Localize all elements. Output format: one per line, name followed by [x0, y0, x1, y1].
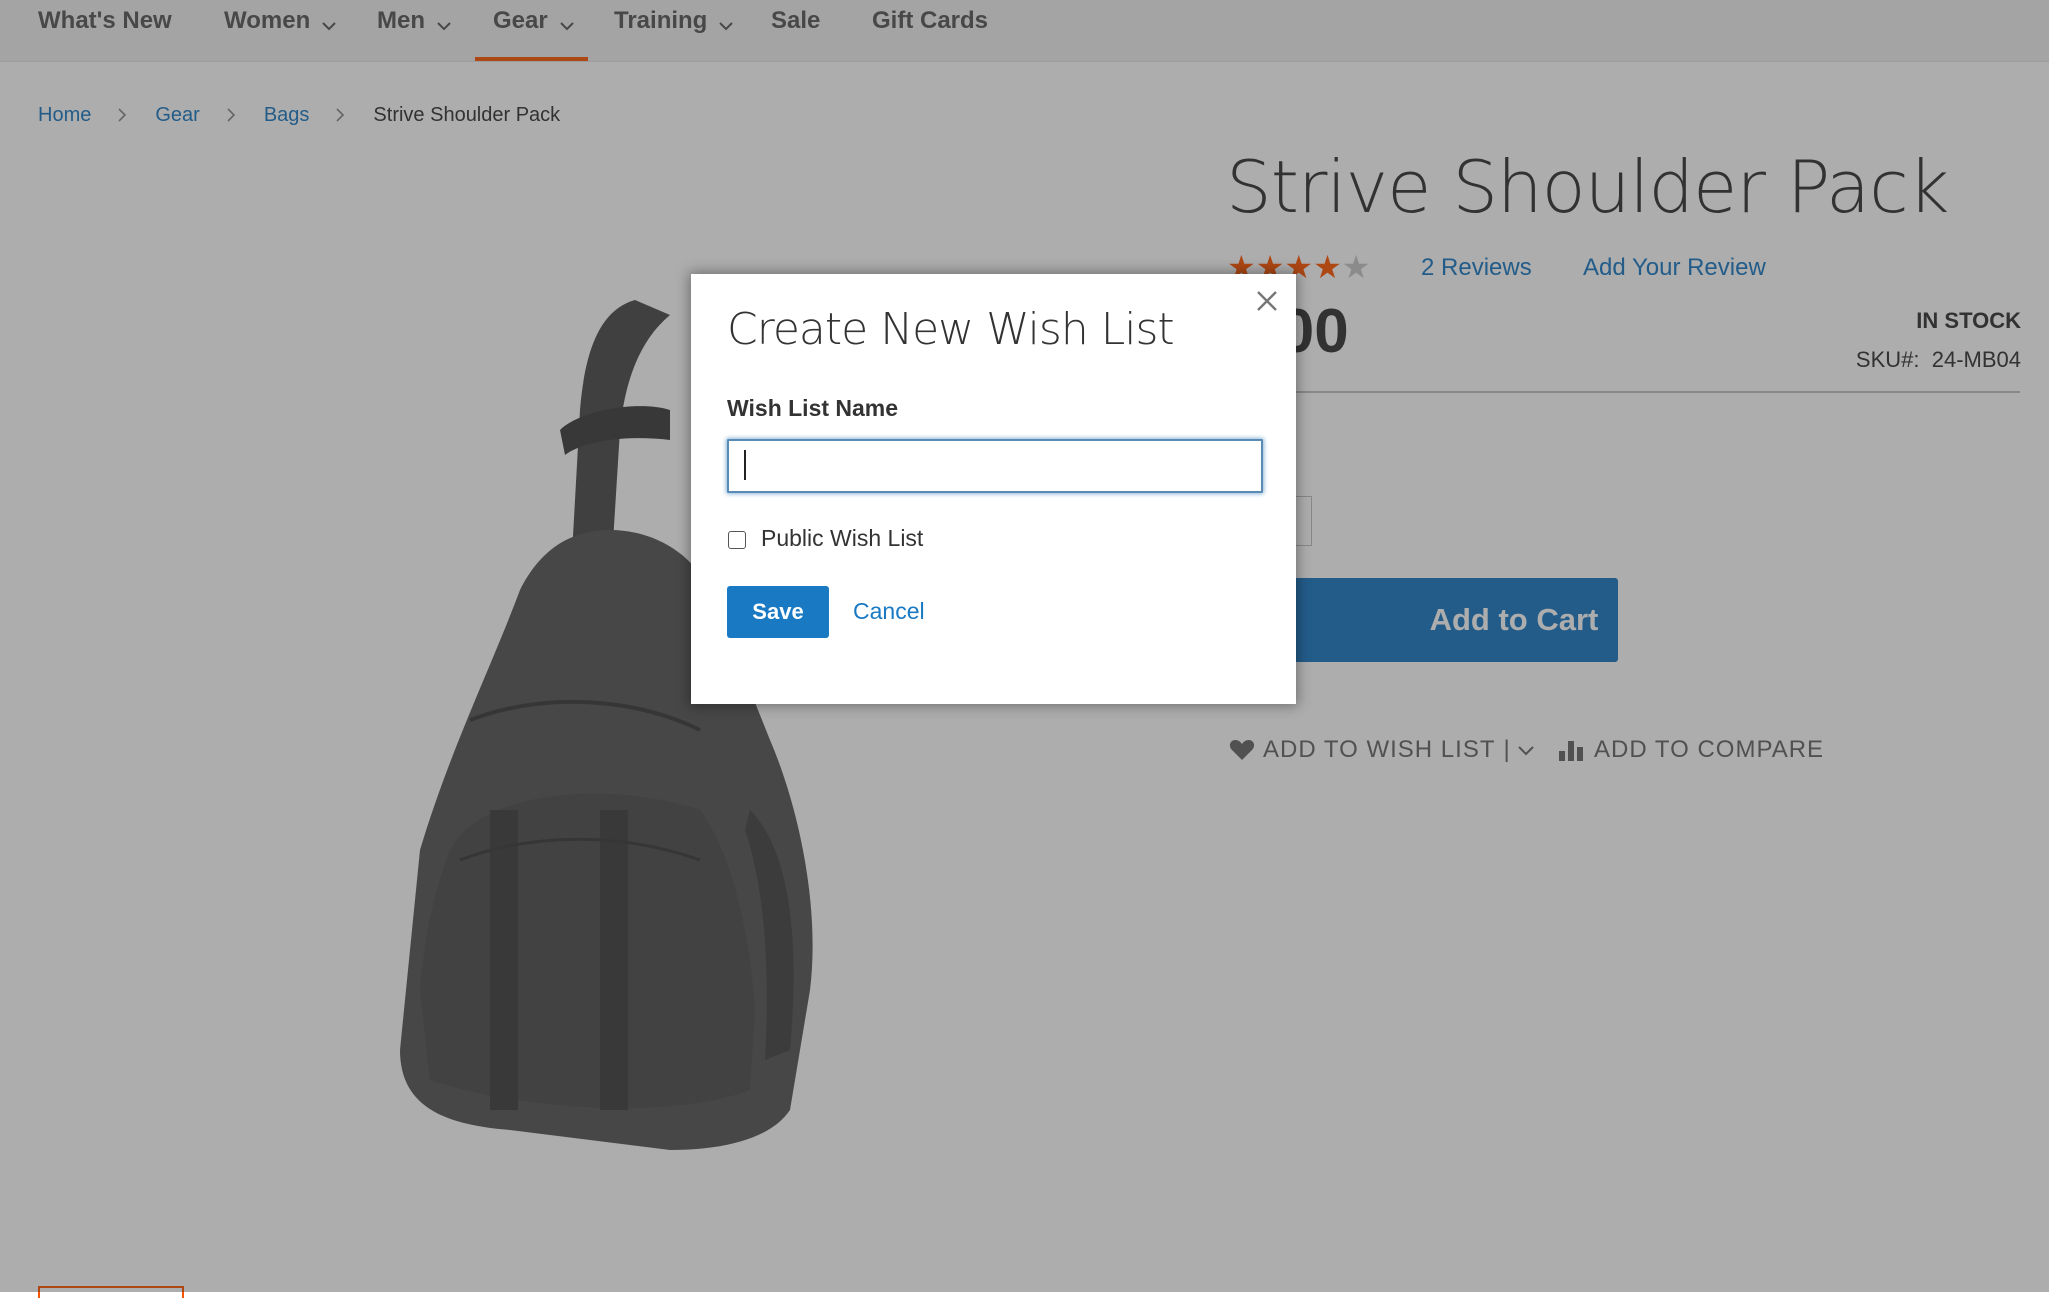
wishlist-name-input[interactable]: [727, 439, 1263, 493]
public-wishlist-label[interactable]: Public Wish List: [761, 525, 923, 552]
close-icon[interactable]: [1252, 286, 1282, 316]
cancel-button[interactable]: Cancel: [853, 598, 925, 625]
save-button[interactable]: Save: [727, 586, 829, 638]
create-wishlist-modal: Create New Wish List Wish List Name Publ…: [691, 274, 1296, 704]
wishlist-name-label: Wish List Name: [727, 395, 899, 421]
public-wishlist-checkbox[interactable]: [728, 531, 746, 549]
modal-title: Create New Wish List: [727, 304, 1175, 355]
text-caret: [744, 450, 746, 480]
